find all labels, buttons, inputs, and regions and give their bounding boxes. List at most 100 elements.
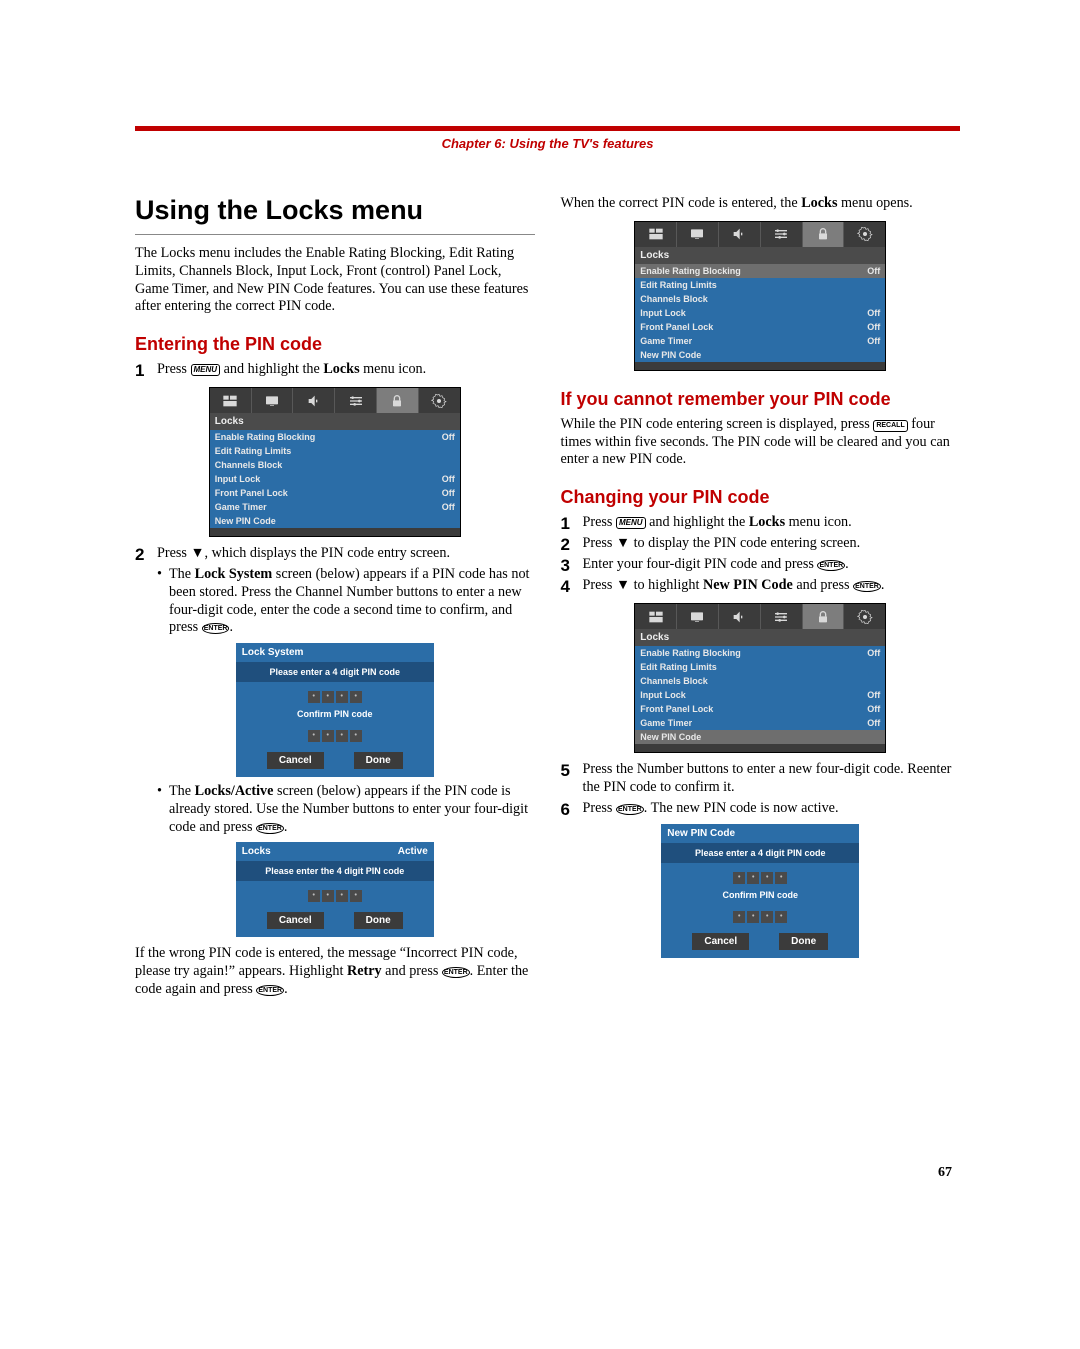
pin-input-row: •••• xyxy=(236,881,434,906)
osd-row: Game TimerOff xyxy=(635,716,885,730)
cancel-button: Cancel xyxy=(267,912,324,929)
osd-row-selected: New PIN Code xyxy=(635,730,885,744)
osd-row-label: Input Lock xyxy=(640,308,686,318)
dialog-message: Please enter a 4 digit PIN code xyxy=(661,843,859,863)
done-button: Done xyxy=(779,933,828,950)
bullet-marker: • xyxy=(157,566,169,637)
osd-footer xyxy=(635,362,885,370)
osd-row-value: Off xyxy=(867,690,880,700)
bold-text: Lock System xyxy=(195,566,273,582)
bold-text: Locks/Active xyxy=(195,783,274,799)
osd-section-header: Locks xyxy=(635,629,885,646)
pin-digit: • xyxy=(775,872,787,884)
osd-section-header: Locks xyxy=(635,247,885,264)
pin-input-row: •••• xyxy=(236,682,434,707)
lock-tab-icon xyxy=(803,604,845,629)
step-number: 1 xyxy=(561,515,583,532)
menu-button-icon: MENU xyxy=(191,364,221,376)
osd-row-value: Off xyxy=(442,432,455,442)
intro-paragraph: The Locks menu includes the Enable Ratin… xyxy=(135,245,535,316)
step-number: 2 xyxy=(561,536,583,553)
osd-row-value: Off xyxy=(867,648,880,658)
osd-row-label: Game Timer xyxy=(215,502,267,512)
step-number: 1 xyxy=(135,362,157,379)
done-button: Done xyxy=(354,752,403,769)
osd-row: Front Panel LockOff xyxy=(635,702,885,716)
wrong-pin-paragraph: If the wrong PIN code is entered, the me… xyxy=(135,945,535,998)
osd-tab-bar xyxy=(635,604,885,629)
display-tab-icon xyxy=(252,388,294,413)
enter-button-icon: ENTER xyxy=(202,623,230,634)
pin-digit: • xyxy=(350,730,362,742)
osd-row: Channels Block xyxy=(210,458,460,472)
forgot-paragraph: While the PIN code entering screen is di… xyxy=(561,416,961,469)
step-text: Press xyxy=(157,361,191,377)
lock-tab-icon xyxy=(377,388,419,413)
pin-digit: • xyxy=(775,911,787,923)
dialog-title: Locks xyxy=(242,846,271,857)
pin-digit: • xyxy=(336,730,348,742)
left-column: Using the Locks menu The Locks menu incl… xyxy=(135,195,535,1003)
lock-system-dialog: Lock System Please enter a 4 digit PIN c… xyxy=(236,643,434,777)
step-text: and press xyxy=(793,577,853,593)
step-text: . The new PIN code is now active. xyxy=(644,800,839,816)
pin-digit: • xyxy=(336,890,348,902)
pin-digit: • xyxy=(761,911,773,923)
sliders-tab-icon xyxy=(761,604,803,629)
bold-text: Locks xyxy=(801,195,837,211)
dialog-message: Please enter the 4 digit PIN code xyxy=(236,861,434,881)
sliders-tab-icon xyxy=(335,388,377,413)
new-pin-dialog: New PIN Code Please enter a 4 digit PIN … xyxy=(661,824,859,958)
dialog-title: Lock System xyxy=(242,647,304,658)
osd-row: Channels Block xyxy=(635,674,885,688)
enter-button-icon: ENTER xyxy=(616,804,644,815)
cancel-button: Cancel xyxy=(267,752,324,769)
osd-row-label: Front Panel Lock xyxy=(640,704,713,714)
osd-row-label: Input Lock xyxy=(215,474,261,484)
picture-tab-icon xyxy=(210,388,252,413)
change-step-1: 1 Press MENU and highlight the Locks men… xyxy=(561,514,961,532)
osd-row-label: Enable Rating Blocking xyxy=(640,648,741,658)
osd-row: Edit Rating Limits xyxy=(635,660,885,674)
osd-row-label: Front Panel Lock xyxy=(215,488,288,498)
osd-row-label: Edit Rating Limits xyxy=(215,446,292,456)
enter-button-icon: ENTER xyxy=(817,560,845,571)
display-tab-icon xyxy=(677,222,719,247)
body-text: While the PIN code entering screen is di… xyxy=(561,416,874,432)
bold-text: Locks xyxy=(323,361,359,377)
change-step-5: 5 Press the Number buttons to enter a ne… xyxy=(561,761,961,797)
page-title: Using the Locks menu xyxy=(135,195,535,235)
sound-tab-icon xyxy=(719,604,761,629)
osd-row-label: Game Timer xyxy=(640,336,692,346)
pin-digit: • xyxy=(308,890,320,902)
osd-row-label: Channels Block xyxy=(640,676,708,686)
dialog-message: Please enter a 4 digit PIN code xyxy=(236,662,434,682)
step-text: Press ▼ to highlight xyxy=(583,577,703,593)
pin-digit: • xyxy=(336,691,348,703)
osd-row-label: Channels Block xyxy=(215,460,283,470)
bullet-text: The xyxy=(169,783,195,799)
pin-digit: • xyxy=(747,911,759,923)
osd-row-label: Front Panel Lock xyxy=(640,322,713,332)
step-2: 2 Press ▼, which displays the PIN code e… xyxy=(135,545,535,563)
osd-row-label: Edit Rating Limits xyxy=(640,662,717,672)
dialog-title: New PIN Code xyxy=(667,828,735,839)
enter-button-icon: ENTER xyxy=(853,581,881,592)
step-text: menu icon. xyxy=(785,514,852,530)
osd-row: Front Panel Lock Off xyxy=(635,320,885,334)
pin-digit: • xyxy=(747,872,759,884)
osd-row: New PIN Code xyxy=(210,514,460,528)
sliders-tab-icon xyxy=(761,222,803,247)
osd-row-value: Off xyxy=(867,322,880,332)
confirm-label: Confirm PIN code xyxy=(236,707,434,721)
step-text: and highlight the xyxy=(646,514,749,530)
pin-digit: • xyxy=(308,730,320,742)
osd-section-header: Locks xyxy=(210,413,460,430)
sound-tab-icon xyxy=(293,388,335,413)
osd-row-label: Enable Rating Blocking xyxy=(640,266,741,276)
osd-row: Front Panel LockOff xyxy=(210,486,460,500)
osd-row-selected: Enable Rating BlockingOff xyxy=(635,264,885,278)
step-text: and highlight the xyxy=(220,361,323,377)
osd-tab-bar xyxy=(635,222,885,247)
gear-tab-icon xyxy=(844,604,885,629)
